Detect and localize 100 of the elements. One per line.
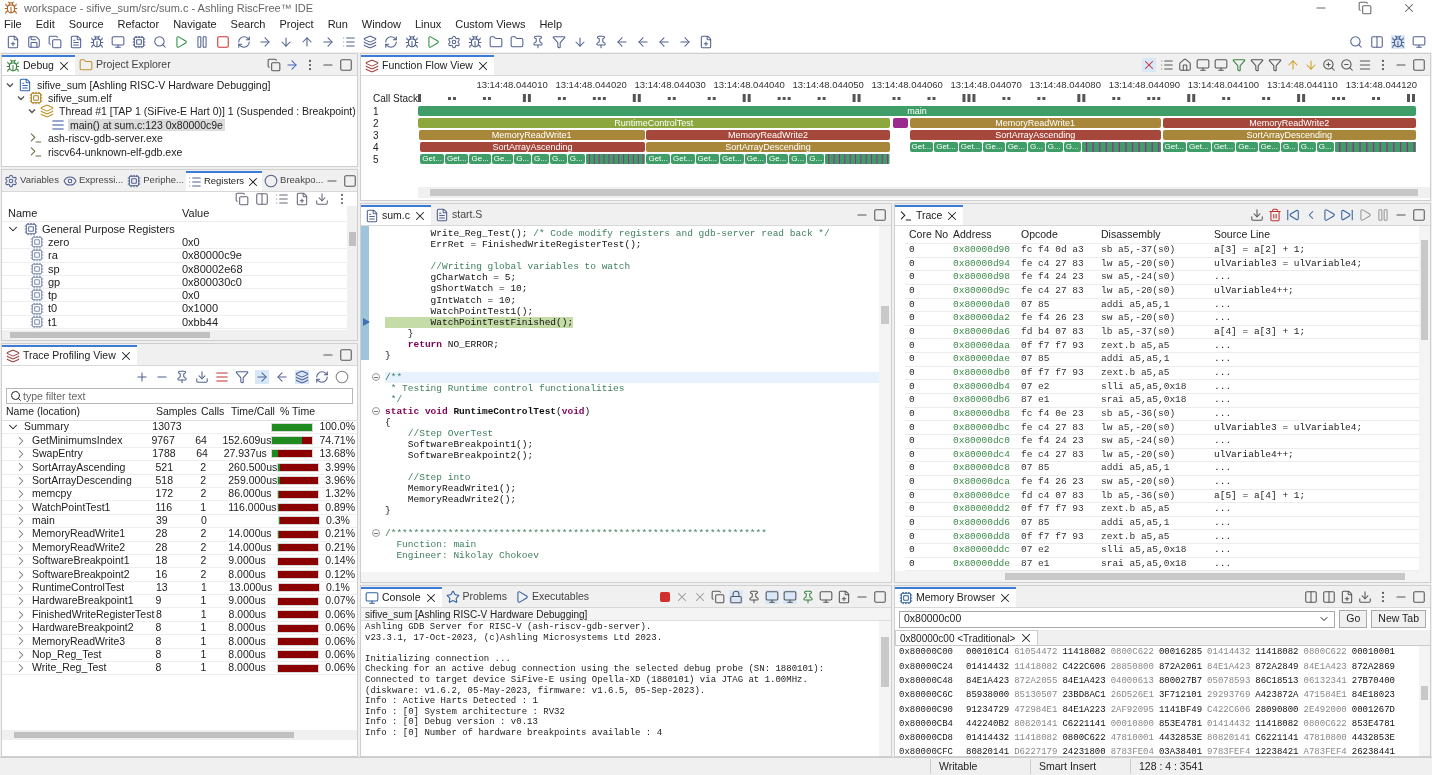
tree-item[interactable]: ash-riscv-gdb-server.exe: [46, 132, 165, 145]
tree-item[interactable]: sifive_sum.elf: [46, 92, 114, 105]
tab[interactable]: Variables: [2, 170, 61, 191]
column-header[interactable]: Time/Call: [227, 404, 276, 420]
chip-icon[interactable]: [132, 35, 146, 49]
export-icon[interactable]: [1250, 207, 1264, 222]
fold-toggle[interactable]: [372, 373, 380, 382]
tab[interactable]: 0x80000c00 <Traditional>: [895, 630, 1039, 645]
run-icon[interactable]: [426, 35, 440, 49]
function-bar[interactable]: [893, 118, 908, 128]
monitor-icon[interactable]: [111, 35, 125, 49]
arrow-right-icon[interactable]: [255, 370, 269, 384]
folder-icon[interactable]: [489, 35, 503, 49]
column-header[interactable]: Samples: [152, 404, 197, 420]
save-icon[interactable]: [27, 35, 41, 49]
maximize-icon[interactable]: [1412, 57, 1426, 72]
function-name[interactable]: SoftwareBreakpoint1: [32, 553, 130, 569]
tab[interactable]: sum.c: [361, 204, 431, 225]
refresh-icon[interactable]: [315, 370, 329, 384]
fold-toggle[interactable]: [372, 528, 380, 537]
tab[interactable]: Executables: [510, 586, 594, 607]
folder-icon[interactable]: [510, 35, 524, 49]
tree-item[interactable]: riscv64-unknown-elf-gdb.exe: [46, 145, 185, 158]
layers-icon[interactable]: [295, 370, 309, 384]
tab[interactable]: Project Explorer: [74, 54, 175, 75]
maximize-icon[interactable]: [873, 207, 887, 222]
column-header[interactable]: Value: [178, 206, 210, 222]
function-bar[interactable]: SortArrayAscending: [909, 130, 1161, 140]
function-bar[interactable]: MemoryReadWrite2: [1162, 118, 1416, 128]
pause-icon[interactable]: [195, 35, 209, 49]
file-icon[interactable]: [69, 35, 83, 49]
tab[interactable]: Function Flow View: [361, 54, 494, 75]
columns-icon[interactable]: [1322, 589, 1336, 604]
restore-icon[interactable]: [1358, 1, 1372, 15]
tab[interactable]: Problems: [441, 586, 511, 607]
function-name[interactable]: RuntimeControlTest: [32, 580, 125, 596]
menu-item[interactable]: Refactor: [117, 15, 160, 33]
layers-icon[interactable]: [363, 35, 377, 49]
copy-icon[interactable]: [711, 589, 725, 604]
copy-icon[interactable]: [235, 192, 249, 206]
function-name[interactable]: main: [32, 513, 55, 529]
back-icon[interactable]: [657, 35, 671, 49]
step-icon[interactable]: [258, 35, 272, 49]
column-header[interactable]: Source Line: [1210, 226, 1419, 243]
skip-forward-icon[interactable]: [1340, 207, 1354, 222]
address-field[interactable]: 0x80000c00: [899, 610, 1336, 628]
column-header[interactable]: Address: [949, 226, 1017, 243]
step-icon[interactable]: [321, 35, 335, 49]
list-icon[interactable]: [342, 35, 356, 49]
filter-field[interactable]: type filter text: [6, 388, 353, 404]
pin-icon[interactable]: [747, 589, 761, 604]
function-name[interactable]: SwapEntry: [32, 446, 83, 462]
add-icon[interactable]: [699, 35, 713, 49]
maximize-icon[interactable]: [343, 173, 358, 188]
list-icon[interactable]: [1160, 57, 1174, 72]
tab[interactable]: Breakpo...: [262, 170, 326, 191]
menu-item[interactable]: Linux: [415, 15, 442, 33]
expand-icon[interactable]: [135, 370, 149, 384]
skip-back-icon[interactable]: [1286, 207, 1300, 222]
tree-item[interactable]: main() at sum.c:123 0x80000c9e: [68, 118, 225, 131]
pin-icon[interactable]: [594, 35, 608, 49]
add-icon[interactable]: [1340, 589, 1354, 604]
menu-item[interactable]: Edit: [35, 15, 55, 33]
monitor-icon[interactable]: [783, 589, 797, 604]
lock-icon[interactable]: [729, 589, 743, 604]
tab[interactable]: Trace: [895, 204, 964, 225]
add-icon[interactable]: [295, 192, 309, 206]
bug-icon[interactable]: [468, 35, 482, 49]
export-icon[interactable]: [195, 370, 209, 384]
trash-icon[interactable]: [1268, 207, 1282, 222]
function-bar[interactable]: MemoryReadWrite2: [646, 130, 890, 140]
menu-item[interactable]: Navigate: [173, 15, 217, 33]
menu-item[interactable]: File: [4, 15, 22, 33]
filter-icon[interactable]: [1268, 57, 1282, 72]
collapse-icon[interactable]: [267, 57, 281, 72]
tab[interactable]: Trace Profiling View: [2, 344, 137, 365]
search-icon[interactable]: [153, 35, 167, 49]
menu-item[interactable]: Project: [279, 15, 314, 33]
refresh-icon[interactable]: [384, 35, 398, 49]
monitor-icon[interactable]: [765, 589, 779, 604]
export-icon[interactable]: [315, 192, 329, 206]
tab[interactable]: Console: [361, 586, 442, 607]
column-header[interactable]: Name (location): [2, 404, 152, 420]
columns-icon[interactable]: [1304, 589, 1318, 604]
tab[interactable]: start.S: [431, 204, 487, 225]
step-return-icon[interactable]: [300, 35, 314, 49]
step-icon[interactable]: [285, 57, 299, 72]
function-name[interactable]: Write_Reg_Test: [32, 660, 107, 677]
tree-item[interactable]: Thread #1 [TAP 1 (SiFive-E Hart 0)] 1 (Suspended : Breakpoint): [57, 105, 358, 118]
forward-icon[interactable]: [678, 35, 692, 49]
menu-item[interactable]: Search: [230, 15, 266, 33]
settings-icon[interactable]: [447, 35, 461, 49]
play-icon[interactable]: [1322, 207, 1336, 222]
maximize-icon[interactable]: [1412, 589, 1426, 604]
bug-icon[interactable]: [1391, 35, 1405, 49]
new-tab-button[interactable]: New Tab: [1371, 610, 1426, 628]
tab[interactable]: Registers: [185, 170, 263, 191]
new-console-icon[interactable]: [837, 589, 851, 604]
maximize-icon[interactable]: [339, 57, 353, 72]
bug-icon[interactable]: [90, 35, 104, 49]
